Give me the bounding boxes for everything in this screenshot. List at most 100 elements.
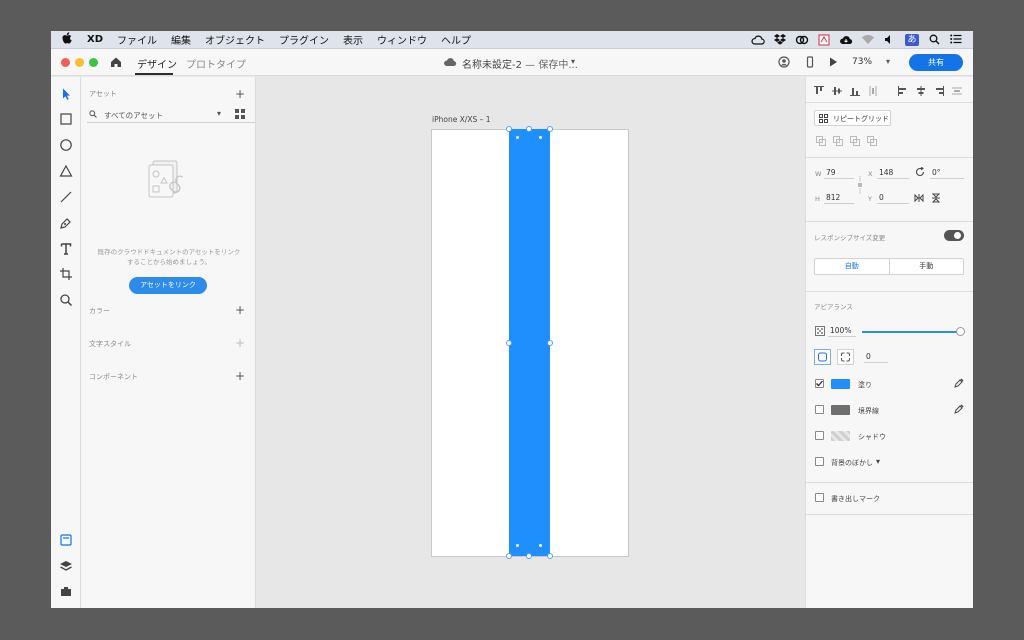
border-color-swatch[interactable]	[831, 405, 850, 415]
wifi-icon[interactable]	[861, 34, 875, 46]
background-blur-checkbox[interactable]	[815, 457, 824, 466]
opacity-slider-handle[interactable]	[956, 327, 965, 336]
play-preview-icon[interactable]	[827, 56, 839, 68]
corner-radius-handle[interactable]	[515, 135, 520, 140]
resize-handle-top[interactable]	[526, 126, 532, 132]
corner-radius-input[interactable]: 0	[864, 351, 888, 363]
menu-object[interactable]: オブジェクト	[205, 32, 265, 47]
adobe-reader-icon[interactable]	[817, 34, 831, 46]
eyedropper-icon[interactable]	[954, 404, 964, 414]
volume-icon[interactable]	[883, 34, 897, 46]
zoom-tool-icon[interactable]	[59, 293, 73, 307]
align-center-icon[interactable]	[916, 86, 926, 96]
eyedropper-icon[interactable]	[954, 378, 964, 388]
corner-radius-handle[interactable]	[538, 135, 543, 140]
grid-view-icon[interactable]	[235, 109, 245, 119]
width-input[interactable]: 79	[824, 167, 854, 179]
align-top-icon[interactable]	[814, 86, 824, 96]
creative-cloud-sync-icon[interactable]	[751, 34, 765, 46]
zoom-level[interactable]: 73%	[852, 57, 872, 67]
y-position-input[interactable]: 0	[877, 192, 909, 204]
menu-app-xd[interactable]: XD	[87, 34, 103, 45]
lock-aspect-icon[interactable]	[855, 176, 865, 194]
resize-handle-right[interactable]	[547, 340, 553, 346]
resize-handle-left[interactable]	[506, 340, 512, 346]
assets-panel-icon[interactable]	[59, 533, 73, 547]
menu-window[interactable]: ウィンドウ	[377, 32, 427, 47]
align-right-icon[interactable]	[934, 86, 944, 96]
align-bottom-icon[interactable]	[850, 86, 860, 96]
shadow-color-swatch[interactable]	[831, 431, 850, 441]
fill-checkbox[interactable]	[815, 379, 824, 388]
dropbox-icon[interactable]	[773, 33, 787, 46]
resize-manual-option[interactable]: 手動	[890, 259, 964, 274]
plugins-panel-icon[interactable]	[59, 584, 73, 598]
menu-edit[interactable]: 編集	[171, 32, 191, 47]
add-asset-plus-icon[interactable]: +	[235, 88, 245, 100]
zoom-chevron-down-icon[interactable]: ▾	[886, 57, 890, 66]
user-profile-icon[interactable]	[778, 56, 790, 68]
close-window-button[interactable]	[61, 58, 70, 67]
cloud-download-icon[interactable]	[839, 34, 853, 46]
link-assets-button[interactable]: アセットをリンク	[129, 277, 207, 294]
corner-radius-handle[interactable]	[515, 543, 520, 548]
opacity-input[interactable]: 100%	[828, 325, 856, 337]
flip-vertical-icon[interactable]	[931, 193, 941, 203]
artboard-tool-icon[interactable]	[59, 267, 73, 281]
artboard-name[interactable]: iPhone X/XS – 1	[432, 115, 491, 124]
align-left-icon[interactable]	[898, 86, 908, 96]
resize-handle-top-left[interactable]	[506, 126, 512, 132]
selected-rectangle[interactable]	[509, 129, 550, 556]
resize-handle-bottom-right[interactable]	[547, 553, 553, 559]
pen-tool-icon[interactable]	[59, 216, 73, 230]
menu-view[interactable]: 表示	[343, 32, 363, 47]
zoom-window-button[interactable]	[89, 58, 98, 67]
menu-plugins[interactable]: プラグイン	[279, 32, 329, 47]
tab-prototype[interactable]: プロトタイプ	[186, 56, 246, 71]
uniform-corner-radius-button[interactable]	[814, 349, 831, 365]
notification-center-icon[interactable]	[949, 34, 963, 46]
ellipse-tool-icon[interactable]	[59, 138, 73, 152]
add-text-style-plus-icon[interactable]: +	[235, 337, 245, 349]
height-input[interactable]: 812	[824, 192, 854, 204]
design-canvas[interactable]: iPhone X/XS – 1	[256, 77, 805, 608]
boolean-add-icon[interactable]	[816, 136, 826, 146]
opacity-slider-track[interactable]	[862, 331, 962, 333]
tab-design[interactable]: デザイン	[137, 56, 177, 71]
export-mark-checkbox[interactable]	[815, 493, 824, 502]
shadow-checkbox[interactable]	[815, 431, 824, 440]
rectangle-tool-icon[interactable]	[59, 112, 73, 126]
add-color-plus-icon[interactable]: +	[235, 304, 245, 316]
distribute-vertical-icon[interactable]	[868, 86, 878, 96]
creative-cloud-icon[interactable]	[795, 34, 809, 46]
text-tool-icon[interactable]	[59, 242, 73, 256]
chevron-down-icon[interactable]: ▾	[571, 57, 575, 66]
add-component-plus-icon[interactable]: +	[235, 370, 245, 382]
boolean-intersect-icon[interactable]	[850, 136, 860, 146]
layers-panel-icon[interactable]	[59, 559, 73, 573]
asset-filter-dropdown[interactable]: すべてのアセット ▾	[87, 109, 255, 123]
fill-color-swatch[interactable]	[831, 379, 850, 389]
corner-radius-handle[interactable]	[538, 543, 543, 548]
distribute-horizontal-icon[interactable]	[952, 86, 962, 96]
resize-handle-top-right[interactable]	[547, 126, 553, 132]
input-method-indicator[interactable]: あ	[905, 33, 919, 46]
share-button[interactable]: 共有	[909, 54, 963, 71]
document-title[interactable]: 名称未設定-2 — 保存中...	[462, 56, 578, 71]
apple-icon[interactable]	[61, 32, 73, 47]
menu-file[interactable]: ファイル	[117, 32, 157, 47]
border-checkbox[interactable]	[815, 405, 824, 414]
polygon-tool-icon[interactable]	[59, 164, 73, 178]
align-middle-icon[interactable]	[832, 86, 842, 96]
individual-corner-radius-button[interactable]	[837, 349, 854, 365]
resize-auto-option[interactable]: 自動	[815, 259, 890, 274]
boolean-exclude-icon[interactable]	[867, 136, 877, 146]
repeat-grid-button[interactable]: リピートグリッド	[814, 110, 891, 126]
resize-handle-bottom[interactable]	[526, 553, 532, 559]
home-icon[interactable]	[109, 55, 123, 69]
boolean-subtract-icon[interactable]	[833, 136, 843, 146]
chevron-down-icon[interactable]: ▾	[876, 457, 880, 466]
x-position-input[interactable]: 148	[877, 167, 909, 179]
device-preview-icon[interactable]	[804, 56, 816, 68]
responsive-resize-toggle[interactable]	[944, 230, 964, 241]
